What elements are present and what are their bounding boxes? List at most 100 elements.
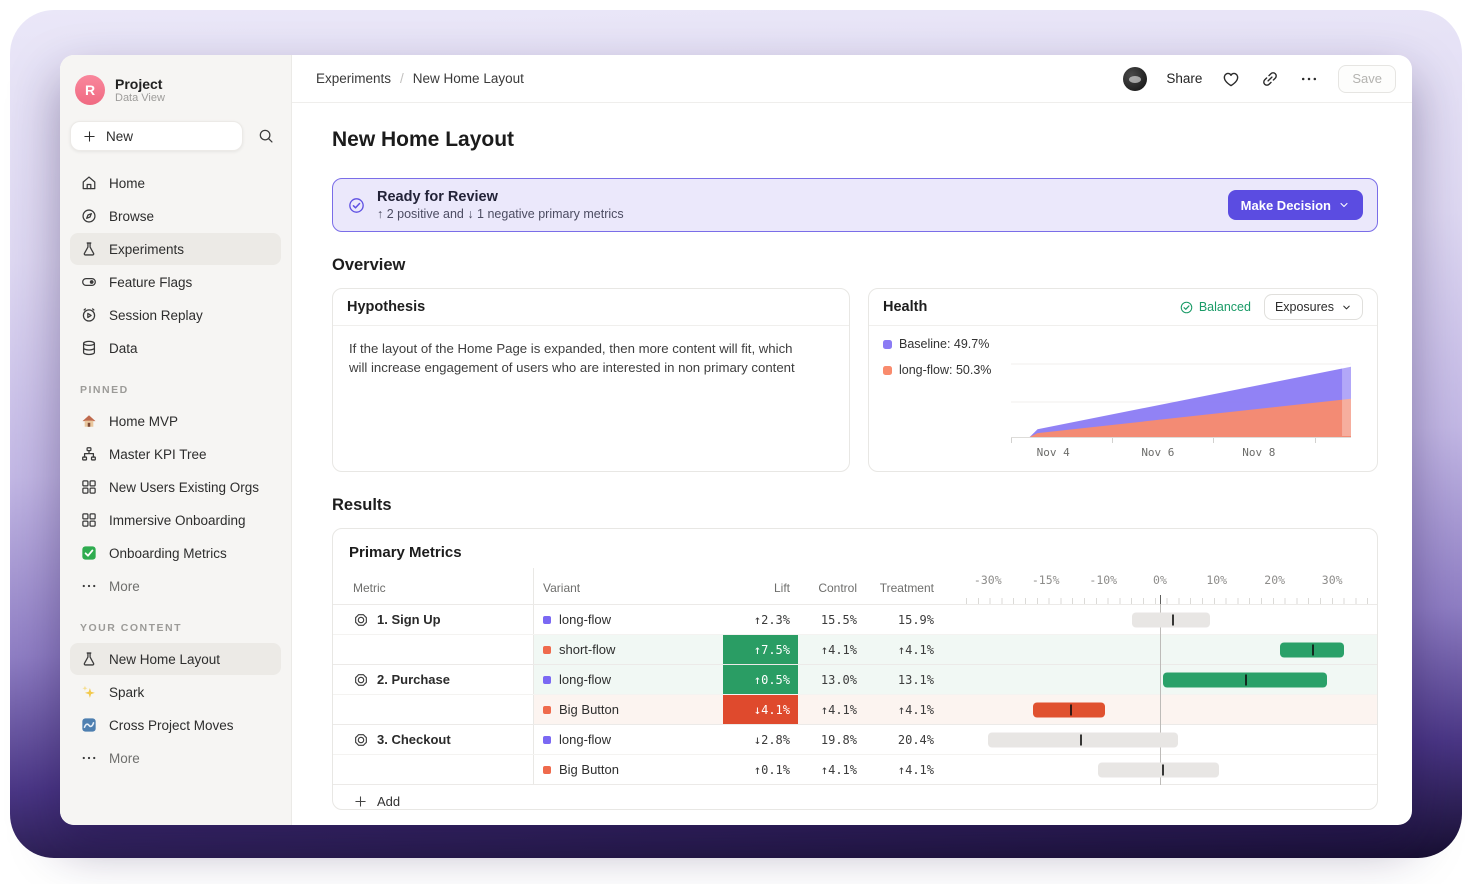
copy-link-icon[interactable] bbox=[1260, 69, 1280, 89]
control-value: ↑4.1% bbox=[798, 695, 865, 724]
hypothesis-text: If the layout of the Home Page is expand… bbox=[333, 326, 825, 390]
sidebar-item-home-mvp[interactable]: Home MVP bbox=[70, 405, 281, 437]
make-decision-button[interactable]: Make Decision bbox=[1228, 190, 1363, 220]
treatment-value: ↑4.1% bbox=[865, 695, 942, 724]
sidebar-item-immersive-onboarding[interactable]: Immersive Onboarding bbox=[70, 504, 281, 536]
variant-color-dot bbox=[543, 706, 551, 714]
axis-tick bbox=[1213, 438, 1214, 443]
spacer-cell bbox=[942, 725, 966, 754]
table-row[interactable]: 1. Sign Uplong-flow↑2.3%15.5%15.9% bbox=[333, 604, 1377, 634]
variant-name: Big Button bbox=[559, 702, 619, 717]
share-button[interactable]: Share bbox=[1166, 71, 1202, 86]
lift-value: ↓2.8% bbox=[723, 725, 798, 754]
variant-cell: long-flow bbox=[534, 725, 723, 754]
breadcrumb-experiments[interactable]: Experiments bbox=[316, 71, 391, 86]
sidebar: R Project Data View New Home Browse Experi… bbox=[60, 55, 292, 825]
sidebar-item-label: Immersive Onboarding bbox=[109, 513, 246, 528]
point-estimate-mark bbox=[1312, 644, 1314, 655]
lift-axis-label: -10% bbox=[1089, 573, 1117, 587]
banner-title: Ready for Review bbox=[377, 189, 624, 206]
project-name: Project bbox=[115, 76, 165, 92]
sidebar-item-data[interactable]: Data bbox=[70, 332, 281, 364]
project-switcher[interactable]: R Project Data View bbox=[70, 75, 281, 105]
control-value: ↑4.1% bbox=[798, 755, 865, 784]
sidebar-item-experiments[interactable]: Experiments bbox=[70, 233, 281, 265]
health-title: Health bbox=[883, 299, 927, 315]
lift-axis: -30%-15%-10%0%10%20%30% bbox=[966, 568, 1377, 604]
zero-line bbox=[1160, 694, 1161, 725]
new-button[interactable]: New bbox=[70, 121, 243, 151]
legend-swatch bbox=[883, 340, 892, 349]
sidebar-item-label: Data bbox=[109, 341, 138, 356]
balanced-badge: Balanced bbox=[1179, 300, 1251, 315]
axis-tick bbox=[1011, 438, 1012, 443]
table-row[interactable]: Big Button↑0.1%↑4.1%↑4.1% bbox=[333, 754, 1377, 784]
metric-cell bbox=[333, 635, 534, 664]
metric-target-icon bbox=[353, 612, 369, 628]
sidebar-item-label: Feature Flags bbox=[109, 275, 192, 290]
balanced-check-icon bbox=[1179, 300, 1194, 315]
sidebar-item-spark[interactable]: Spark bbox=[70, 676, 281, 708]
sidebar-item-home[interactable]: Home bbox=[70, 167, 281, 199]
page-title: New Home Layout bbox=[332, 128, 1378, 152]
sidebar-item-more[interactable]: More bbox=[70, 742, 281, 774]
add-metric-label: Add bbox=[377, 794, 400, 809]
sidebar-item-cross-project-moves[interactable]: Cross Project Moves bbox=[70, 709, 281, 741]
variant-color-dot bbox=[543, 766, 551, 774]
confidence-interval-cell bbox=[966, 635, 1377, 664]
breadcrumb: Experiments / New Home Layout bbox=[316, 71, 524, 86]
project-subtitle: Data View bbox=[115, 92, 165, 104]
zero-line bbox=[1160, 634, 1161, 665]
control-value: ↑4.1% bbox=[798, 635, 865, 664]
sidebar-item-session-replay[interactable]: Session Replay bbox=[70, 299, 281, 331]
metric-target-icon bbox=[353, 732, 369, 748]
zero-line bbox=[1160, 664, 1161, 695]
variant-name: long-flow bbox=[559, 732, 611, 747]
legend-item: Baseline: 49.7% bbox=[883, 337, 991, 351]
metric-cell[interactable]: 3. Checkout bbox=[333, 725, 534, 754]
lift-axis-label: 30% bbox=[1322, 573, 1343, 587]
plus-icon bbox=[82, 129, 97, 144]
spacer-cell bbox=[942, 635, 966, 664]
sidebar-item-master-kpi-tree[interactable]: Master KPI Tree bbox=[70, 438, 281, 470]
variant-color-dot bbox=[543, 676, 551, 684]
your-content-section-label: YOUR CONTENT bbox=[80, 622, 271, 634]
hypothesis-card: Hypothesis If the layout of the Home Pag… bbox=[332, 288, 850, 472]
sidebar-item-new-users-existing-orgs[interactable]: New Users Existing Orgs bbox=[70, 471, 281, 503]
variant-cell: Big Button bbox=[534, 695, 723, 724]
sidebar-item-browse[interactable]: Browse bbox=[70, 200, 281, 232]
table-row[interactable]: short-flow↑7.5%↑4.1%↑4.1% bbox=[333, 634, 1377, 664]
metric-cell[interactable]: 1. Sign Up bbox=[333, 605, 534, 634]
lift-axis-label: -15% bbox=[1032, 573, 1060, 587]
sidebar-pinned: Home MVPMaster KPI TreeNew Users Existin… bbox=[70, 405, 281, 602]
sidebar-item-more[interactable]: More bbox=[70, 570, 281, 602]
metric-cell bbox=[333, 755, 534, 784]
control-value: 15.5% bbox=[798, 605, 865, 634]
sidebar-item-label: Browse bbox=[109, 209, 154, 224]
house-colored-icon bbox=[80, 412, 98, 430]
user-avatar[interactable] bbox=[1123, 67, 1147, 91]
favorite-heart-icon[interactable] bbox=[1221, 69, 1241, 89]
grid-icon bbox=[80, 511, 98, 529]
metric-target-icon bbox=[353, 672, 369, 688]
save-button[interactable]: Save bbox=[1338, 65, 1396, 93]
sidebar-item-new-home-layout[interactable]: New Home Layout bbox=[70, 643, 281, 675]
table-row[interactable]: Big Button↓4.1%↑4.1%↑4.1% bbox=[333, 694, 1377, 724]
sidebar-item-feature-flags[interactable]: Feature Flags bbox=[70, 266, 281, 298]
home-icon bbox=[80, 174, 98, 192]
toggle-icon bbox=[80, 273, 98, 291]
search-button[interactable] bbox=[251, 121, 281, 151]
exposures-label: Exposures bbox=[1275, 300, 1334, 314]
exposures-dropdown[interactable]: Exposures bbox=[1264, 294, 1363, 320]
sidebar-item-onboarding-metrics[interactable]: Onboarding Metrics bbox=[70, 537, 281, 569]
spacer-cell bbox=[942, 665, 966, 694]
column-gap bbox=[942, 595, 966, 604]
more-options-icon[interactable] bbox=[1299, 69, 1319, 89]
table-row[interactable]: 2. Purchaselong-flow↑0.5%13.0%13.1% bbox=[333, 664, 1377, 694]
point-estimate-mark bbox=[1162, 764, 1164, 775]
metric-cell[interactable]: 2. Purchase bbox=[333, 665, 534, 694]
table-row[interactable]: 3. Checkoutlong-flow↓2.8%19.8%20.4% bbox=[333, 724, 1377, 754]
content-area: New Home Layout Ready for Review ↑ 2 pos… bbox=[292, 103, 1412, 825]
check-green-icon bbox=[80, 544, 98, 562]
add-metric-button[interactable]: Add bbox=[333, 784, 1377, 817]
